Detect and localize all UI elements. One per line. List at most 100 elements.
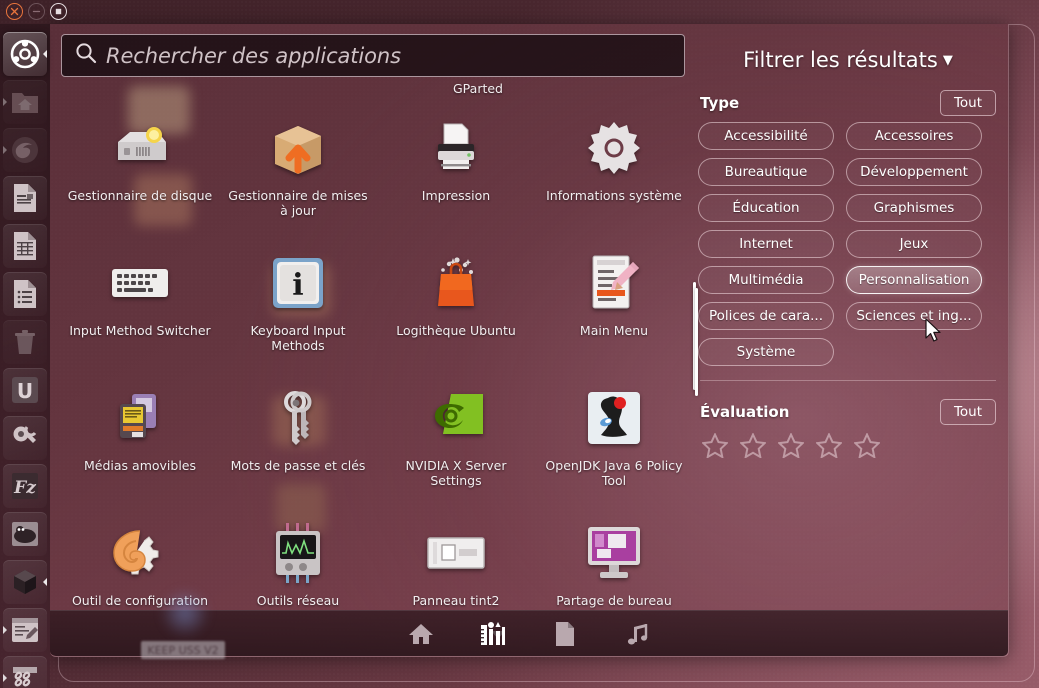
filezilla-icon: Fz	[12, 473, 38, 499]
launcher-active-arrow	[43, 49, 47, 59]
notes-spiral-icon	[13, 667, 37, 687]
firefox-icon	[12, 137, 38, 163]
filter-chip-polices[interactable]: Polices de cara...	[698, 302, 834, 330]
main-menu-pencil-icon	[582, 251, 646, 315]
gconf-editor-icon	[108, 521, 172, 585]
text-editor-icon	[12, 618, 38, 642]
filter-all-button-type[interactable]: Tout	[939, 90, 996, 116]
folder-home-icon	[12, 93, 38, 113]
filter-chip-sciences[interactable]: Sciences et ing...	[846, 302, 982, 330]
trash-icon	[15, 330, 35, 354]
svg-text:i: i	[292, 268, 303, 303]
result-label: Impression	[421, 188, 491, 203]
gimp-wilber-icon	[12, 522, 38, 546]
launcher-item-notes[interactable]	[3, 656, 47, 688]
document-writer-icon	[14, 184, 36, 212]
launcher-item-home-folder[interactable]	[3, 80, 47, 124]
launcher-active-arrow	[43, 577, 47, 587]
launcher-item-ubuntu-dash[interactable]	[3, 32, 47, 76]
filter-panel: Filtrer les résultats ▼ Type Tout Accessi…	[693, 34, 998, 594]
launcher-item-ubuntu-software[interactable]: U	[3, 368, 47, 412]
filter-chip-accessibilite[interactable]: Accessibilité	[698, 122, 834, 150]
launcher-item-firefox[interactable]	[3, 128, 47, 172]
maximize-icon[interactable]	[50, 3, 67, 20]
gear-wrench-icon	[13, 426, 37, 443]
filter-chip-education[interactable]: Éducation	[698, 194, 834, 222]
result-row: Input Method Switcher i Keyboard Input M…	[61, 243, 695, 378]
blurred-desktop-blob	[160, 588, 210, 638]
filter-chip-bureautique[interactable]: Bureautique	[698, 158, 834, 186]
lens-button-music[interactable]	[620, 619, 654, 649]
result-label: NVIDIA X Server Settings	[405, 458, 507, 488]
filter-chip-personnalisation[interactable]: Personnalisation	[846, 266, 982, 294]
launcher-item-text-editor[interactable]	[3, 608, 47, 652]
launcher-item-libreoffice-writer[interactable]	[3, 176, 47, 220]
result-label: Logithèque Ubuntu	[396, 323, 516, 338]
filter-all-button-rating[interactable]: Tout	[939, 399, 996, 425]
nvidia-icon	[424, 386, 488, 450]
info-key-icon: i	[266, 251, 330, 315]
filter-chip-systeme[interactable]: Système	[698, 338, 834, 366]
launcher-item-filezilla[interactable]: Fz	[3, 464, 47, 508]
dash-panel: Rechercher des applications GParted Gest…	[50, 24, 1009, 657]
results-scrollbar[interactable]	[695, 288, 698, 396]
filter-chip-accessoires[interactable]: Accessoires	[846, 122, 982, 150]
star-icon[interactable]	[815, 432, 843, 463]
result-item-update-manager[interactable]: Gestionnaire de mises à jour	[219, 108, 377, 243]
launcher-item-system-settings[interactable]	[3, 416, 47, 460]
result-label: OpenJDK Java 6 Policy Tool	[545, 458, 683, 488]
lens-button-files[interactable]	[548, 619, 582, 649]
applications-ruler-icon	[481, 622, 505, 645]
star-icon[interactable]	[853, 432, 881, 463]
result-item-removable-media[interactable]: Médias amovibles	[61, 378, 219, 513]
filter-chip-internet[interactable]: Internet	[698, 230, 834, 258]
result-label: Mots de passe et clés	[230, 458, 366, 473]
filter-panel-title[interactable]: Filtrer les résultats ▼	[698, 48, 998, 72]
filter-section-label: Type	[700, 94, 740, 112]
spreadsheet-calc-icon	[14, 232, 36, 260]
filter-chip-jeux[interactable]: Jeux	[846, 230, 982, 258]
filter-chip-graphismes[interactable]: Graphismes	[846, 194, 982, 222]
launcher-running-arrow	[3, 673, 7, 683]
result-item-passwords-keys[interactable]: Mots de passe et clés	[219, 378, 377, 513]
filter-section-label: Évaluation	[700, 403, 790, 421]
launcher-item-trash[interactable]	[3, 320, 47, 364]
star-icon[interactable]	[739, 432, 767, 463]
search-placeholder: Rechercher des applications	[106, 43, 401, 68]
result-item-input-method-switcher[interactable]: Input Method Switcher	[61, 243, 219, 378]
result-item-keyboard-input-methods[interactable]: i Keyboard Input Methods	[219, 243, 377, 378]
result-item-printer[interactable]: Impression	[377, 108, 535, 243]
filter-chip-developpement[interactable]: Développement	[846, 158, 982, 186]
lens-button-home[interactable]	[404, 619, 438, 649]
result-label: Input Method Switcher	[69, 323, 211, 338]
result-item-openjdk-policy-tool[interactable]: OpenJDK Java 6 Policy Tool	[535, 378, 693, 513]
keyboard-icon	[108, 251, 172, 315]
launcher-item-virtualbox[interactable]	[3, 560, 47, 604]
result-label: Gestionnaire de disque	[67, 188, 213, 203]
launcher-item-libreoffice-calc[interactable]	[3, 224, 47, 268]
result-item-ubuntu-software-center[interactable]: Logithèque Ubuntu	[377, 243, 535, 378]
launcher-item-gimp[interactable]	[3, 512, 47, 556]
result-item-disk-manager[interactable]: Gestionnaire de disque	[61, 108, 219, 243]
blurred-desktop-label: KEEP USS V2	[141, 641, 225, 659]
search-input[interactable]: Rechercher des applications	[61, 34, 685, 77]
star-icon[interactable]	[701, 432, 729, 463]
filter-chip-multimedia[interactable]: Multimédia	[698, 266, 834, 294]
result-label: Outils réseau	[256, 593, 340, 608]
launcher-running-arrow	[3, 97, 7, 107]
result-item-nvidia-settings[interactable]: NVIDIA X Server Settings	[377, 378, 535, 513]
star-icon[interactable]	[777, 432, 805, 463]
presentation-impress-icon	[14, 280, 36, 308]
launcher-item-libreoffice-impress[interactable]	[3, 272, 47, 316]
minimize-icon[interactable]	[28, 3, 45, 20]
result-label: Informations système	[546, 188, 682, 203]
result-item-main-menu[interactable]: Main Menu	[535, 243, 693, 378]
result-label: Main Menu	[579, 323, 649, 338]
ubuntu-logo-icon	[10, 39, 40, 69]
close-icon[interactable]	[6, 3, 23, 20]
lens-button-applications[interactable]	[476, 619, 510, 649]
search-icon	[74, 41, 98, 70]
result-item-system-info[interactable]: Informations système	[535, 108, 693, 243]
music-note-icon	[627, 624, 648, 645]
filter-divider	[700, 380, 996, 381]
